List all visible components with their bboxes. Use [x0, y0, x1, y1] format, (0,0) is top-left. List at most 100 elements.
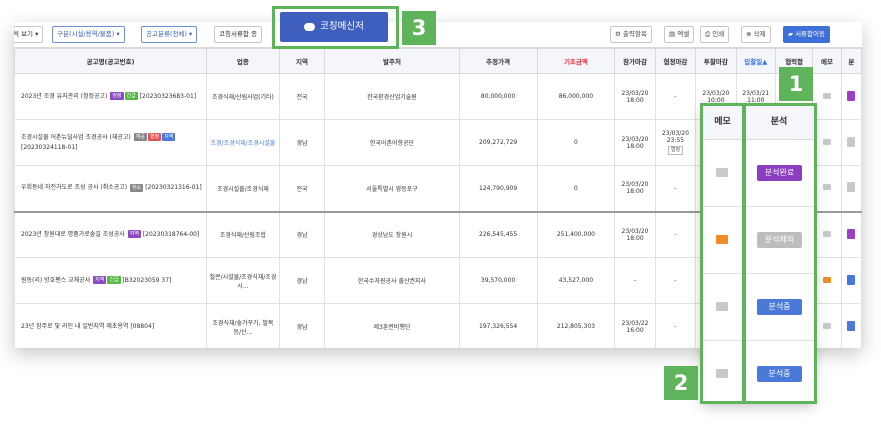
memo-highlight-box [700, 103, 745, 404]
notice-name-cell[interactable]: 2023년 창원대로 명품가로숲길 조성공사 지역 [20230318764-0… [14, 210, 208, 258]
tag-badge: 지역 [93, 276, 107, 284]
analysis-status-pill[interactable] [847, 136, 856, 147]
memo-cell[interactable] [812, 257, 842, 304]
export-label: 출력항목 [622, 30, 647, 38]
agency-cell: 한국수자원공사 출산권지사 [324, 257, 460, 304]
estimate-cell: 80,000,000 [458, 73, 538, 120]
analysis-status-pill[interactable] [847, 274, 856, 285]
envelope-icon[interactable] [823, 322, 832, 329]
col-industry[interactable]: 업종 [206, 48, 280, 74]
base-price-cell: 212,805,303 [536, 303, 616, 348]
notice-name[interactable]: 우회동네 자전거도로 조성 공사 (취소공고) [21, 184, 127, 191]
memo-cell[interactable] [812, 119, 842, 166]
agency-cell: 서울특별시 영등포구 [324, 165, 460, 212]
notice-name[interactable]: 원동(리) 방호펜스 교체공사 [21, 277, 90, 284]
memo-cell[interactable] [812, 73, 842, 120]
col-agency[interactable]: 발주처 [324, 48, 460, 74]
envelope-icon[interactable] [823, 184, 832, 191]
analysis-cell[interactable] [840, 165, 862, 212]
notice-name-cell[interactable]: 조경시설물 어촌뉴딜사업 조경공사 (재공고) 재공 협정 지역 [20230324… [14, 119, 208, 166]
notice-name[interactable]: 23년 함주로 및 라인 내 일반지역 제초용역 [21, 323, 128, 330]
col-region[interactable]: 지역 [278, 48, 326, 74]
coach-messenger-button[interactable]: 코칭메신저 [280, 12, 388, 42]
notice-name-cell[interactable]: 2023년 조경 유지관리 (정정공고) 정정 긴급 [20230323683-0… [14, 73, 208, 120]
analysis-status-pill[interactable] [847, 228, 856, 239]
notice-number: [20230318764-00] [142, 230, 200, 238]
tag-badge: 정정 [110, 92, 124, 100]
agree-deadline-cell: - [654, 257, 697, 304]
analysis-status-pill[interactable] [847, 320, 856, 331]
tag-badge: 지역 [127, 230, 141, 239]
coaching-folder-label: 코칭서류함 종 [219, 30, 257, 38]
agency-cell: 경상남도 창원시 [324, 210, 460, 258]
agree-deadline-cell: - [654, 210, 697, 258]
agree-deadline-cell: - [654, 73, 697, 120]
analysis-status-pill[interactable] [847, 182, 856, 193]
region-cell: 경남 [278, 303, 326, 348]
analysis-cell[interactable] [840, 303, 862, 348]
col-memo[interactable]: 메모 [812, 48, 842, 74]
notice-name-cell[interactable]: 23년 함주로 및 라인 내 일반지역 제초용역 [08804] [14, 303, 208, 348]
notice-number: [B32023059 37] [122, 276, 172, 284]
division-select-label: 구분(시설/용역/물품) [57, 30, 115, 38]
coaching-folder-select[interactable]: 코칭서류함 종 [214, 26, 262, 43]
region-cell: 경남 [278, 257, 326, 304]
gear-icon: ⚙ [615, 30, 621, 38]
analysis-cell[interactable] [840, 73, 862, 120]
chat-bubble-icon [304, 22, 316, 31]
agency-cell: 한국환경산업기술원 [324, 73, 460, 120]
agree-deadline-cell: - [654, 165, 697, 212]
tag-badge: 협정 [147, 133, 162, 141]
notice-name[interactable]: 2023년 창원대로 명품가로숲길 조성공사 [21, 231, 125, 238]
delete-label: 삭제 [753, 30, 766, 38]
analysis-highlight-box [743, 103, 817, 404]
memo-cell[interactable] [812, 210, 842, 258]
col-name[interactable]: 공고명(공고번호) [14, 48, 208, 74]
memo-cell[interactable] [812, 303, 842, 348]
notice-name[interactable]: 조경시설물 어촌뉴딜사업 조경공사 (재공고) [21, 134, 131, 141]
base-price-cell: 251,400,000 [536, 210, 616, 258]
agree-deadline-cell: 23/03/20 23:55 협정 [654, 119, 697, 166]
estimate-cell: 209,272,729 [458, 119, 538, 166]
envelope-icon[interactable] [823, 138, 832, 145]
col-open[interactable]: 입찰일▲ [735, 48, 776, 74]
envelope-icon[interactable] [823, 276, 832, 283]
analysis-cell[interactable] [840, 257, 862, 304]
tag-badge: 취소 [130, 183, 144, 192]
analysis-status-pill[interactable] [847, 90, 856, 101]
notice-name-cell[interactable]: 원동(리) 방호펜스 교체공사 지역 긴급 [B32023059 37] [14, 257, 208, 304]
envelope-icon[interactable] [823, 92, 832, 99]
move-folder-button[interactable]: ▰ 서류함이동 [783, 26, 830, 43]
col-agree[interactable]: 협정마감 [654, 48, 697, 74]
category-select[interactable]: 공고분류(전체) ▾ [141, 26, 198, 43]
analysis-cell[interactable] [840, 210, 862, 258]
step-badge-1: 1 [779, 67, 813, 101]
notice-number: [20230323683-01] [139, 92, 197, 100]
tag-badge: 긴급 [107, 276, 121, 284]
col-analysis[interactable]: 분 [840, 48, 862, 74]
division-select[interactable]: 구분(시설/용역/물품) ▾ [52, 26, 125, 43]
print-button[interactable]: ⎙ 인쇄 [700, 26, 730, 43]
view-select-label: 씩 보기 [14, 30, 34, 38]
col-bid[interactable]: 투찰마감 [695, 48, 737, 74]
agree-button[interactable]: 협정 [667, 146, 684, 155]
industry-cell: 철콘/시설물/조경식재/조경시... [206, 257, 280, 304]
notice-name[interactable]: 2023년 조경 유지관리 (정정공고) [21, 93, 107, 100]
analysis-cell[interactable] [840, 119, 862, 166]
move-folder-label: 서류함이동 [795, 30, 825, 38]
estimate-cell: 39,570,000 [458, 257, 538, 304]
excel-icon: ▤ [669, 30, 676, 38]
memo-cell[interactable] [812, 165, 842, 212]
col-join[interactable]: 참가마감 [614, 48, 656, 74]
notice-name-cell[interactable]: 우회동네 자전거도로 조성 공사 (취소공고) 취소 [20230321316-… [14, 165, 208, 212]
envelope-icon[interactable] [823, 230, 832, 237]
export-button[interactable]: ⚙ 출력항목 [610, 26, 652, 43]
col-base[interactable]: 기초금액 [536, 48, 616, 74]
agency-cell: 한국어촌어항공단 [324, 119, 460, 166]
delete-button[interactable]: ⊗ 삭제 [741, 26, 771, 43]
excel-button[interactable]: ▤ 엑셀 [664, 26, 695, 43]
view-select[interactable]: 씩 보기 ▾ [14, 26, 44, 43]
col-estimate[interactable]: 추정가격 [458, 48, 538, 74]
notice-number: [08804] [130, 322, 155, 330]
print-label: 인쇄 [712, 30, 725, 38]
